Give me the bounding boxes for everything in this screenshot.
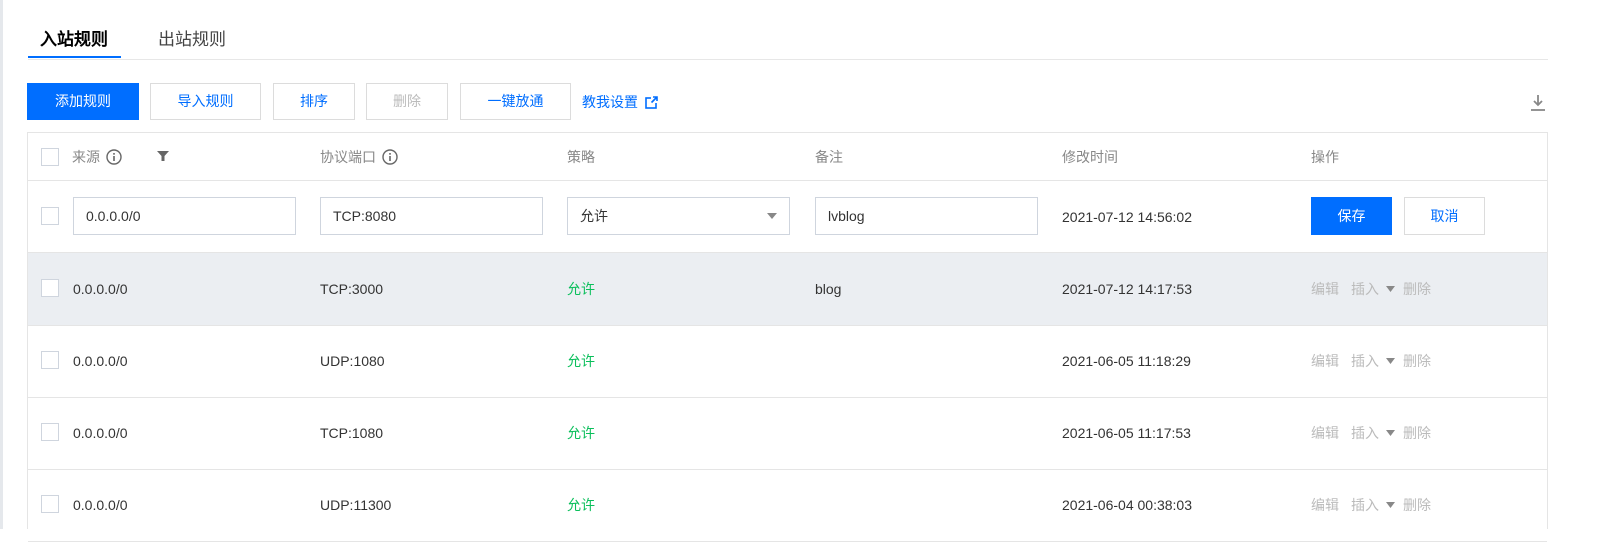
table-row-editing: 允许 2021-07-12 14:56:02 保存 取消 [28,181,1547,253]
sort-button[interactable]: 排序 [273,83,355,120]
source-cell: 0.0.0.0/0 [73,425,128,441]
policy-cell: 允许 [567,425,595,441]
port-cell: TCP:3000 [320,281,384,297]
delete-action[interactable]: 删除 [1403,423,1431,443]
info-icon[interactable] [106,148,122,165]
modified-cell: 2021-06-05 11:17:53 [1062,425,1191,441]
row-checkbox[interactable] [41,423,59,441]
header-actions: 操作 [1311,148,1339,165]
caret-down-icon[interactable] [1386,430,1395,436]
header-source-label: 来源 [72,148,100,165]
cancel-button[interactable]: 取消 [1404,197,1485,235]
row-checkbox[interactable] [41,495,59,513]
policy-select-value: 允许 [580,208,608,224]
modified-cell: 2021-06-05 11:18:29 [1062,353,1191,369]
modified-cell: 2021-06-04 00:38:03 [1062,497,1192,513]
header-port: 协议端口 [320,133,398,180]
help-link[interactable]: 教我设置 [582,92,658,112]
port-input[interactable] [320,197,543,235]
table-row[interactable]: 0.0.0.0/0 UDP:1080 允许 2021-06-05 11:18:2… [28,325,1547,398]
left-rail [0,0,3,529]
insert-action[interactable]: 插入 [1351,495,1379,515]
tab-inbound-rules[interactable]: 入站规则 [40,29,108,51]
row-actions: 编辑 插入 删除 [1311,325,1431,397]
active-tab-indicator [28,56,121,58]
download-icon[interactable] [1530,94,1546,112]
table-row[interactable]: 0.0.0.0/0 TCP:1080 允许 2021-06-05 11:17:5… [28,397,1547,470]
row-checkbox[interactable] [41,207,59,225]
inbound-rules-table: 来源 协议端口 策略 备注 修改时间 操作 允许 [27,132,1548,542]
tab-outbound-rules[interactable]: 出站规则 [158,29,226,51]
row-actions: 编辑 插入 删除 [1311,253,1431,325]
port-cell: TCP:1080 [320,425,384,441]
info-icon[interactable] [382,148,398,165]
edit-action[interactable]: 编辑 [1311,351,1339,371]
add-rule-button[interactable]: 添加规则 [27,83,139,120]
modified-time: 2021-07-12 14:56:02 [1062,208,1192,225]
source-cell: 0.0.0.0/0 [73,281,128,297]
chevron-down-icon [767,213,777,219]
caret-down-icon[interactable] [1386,286,1395,292]
note-cell: blog [815,281,842,297]
table-row[interactable]: 0.0.0.0/0 TCP:3000 允许 blog 2021-07-12 14… [28,253,1547,326]
delete-action[interactable]: 删除 [1403,279,1431,299]
row-actions: 编辑 插入 删除 [1311,469,1431,541]
delete-button: 删除 [366,83,448,120]
row-checkbox[interactable] [41,351,59,369]
note-input[interactable] [815,197,1038,235]
source-cell: 0.0.0.0/0 [73,497,128,513]
rule-tabs: 入站规则 出站规则 [28,0,1548,60]
source-cell: 0.0.0.0/0 [73,353,128,369]
header-port-label: 协议端口 [320,148,376,165]
import-rules-button[interactable]: 导入规则 [150,83,261,120]
insert-action[interactable]: 插入 [1351,279,1379,299]
external-link-icon [645,95,658,109]
caret-down-icon[interactable] [1386,358,1395,364]
delete-action[interactable]: 删除 [1403,351,1431,371]
header-modified: 修改时间 [1062,148,1118,165]
insert-action[interactable]: 插入 [1351,351,1379,371]
header-note: 备注 [815,148,843,165]
insert-action[interactable]: 插入 [1351,423,1379,443]
header-source: 来源 [72,133,122,180]
policy-cell: 允许 [567,497,595,513]
filter-icon[interactable] [157,150,169,162]
edit-action[interactable]: 编辑 [1311,279,1339,299]
edit-action[interactable]: 编辑 [1311,423,1339,443]
edit-action[interactable]: 编辑 [1311,495,1339,515]
source-input[interactable] [73,197,296,235]
select-all-checkbox[interactable] [41,148,59,166]
table-header: 来源 协议端口 策略 备注 修改时间 操作 [28,133,1547,181]
modified-cell: 2021-07-12 14:17:53 [1062,281,1192,297]
caret-down-icon[interactable] [1386,502,1395,508]
policy-select[interactable]: 允许 [567,197,790,235]
port-cell: UDP:11300 [320,497,392,513]
row-checkbox[interactable] [41,279,59,297]
row-actions: 编辑 插入 删除 [1311,397,1431,469]
allow-all-button[interactable]: 一键放通 [460,83,571,120]
delete-action[interactable]: 删除 [1403,495,1431,515]
save-button[interactable]: 保存 [1311,197,1392,235]
help-link-label: 教我设置 [582,94,638,110]
policy-cell: 允许 [567,353,595,369]
policy-cell: 允许 [567,281,595,297]
header-policy: 策略 [567,148,595,165]
table-row[interactable]: 0.0.0.0/0 UDP:11300 允许 2021-06-04 00:38:… [28,469,1547,542]
port-cell: UDP:1080 [320,353,385,369]
